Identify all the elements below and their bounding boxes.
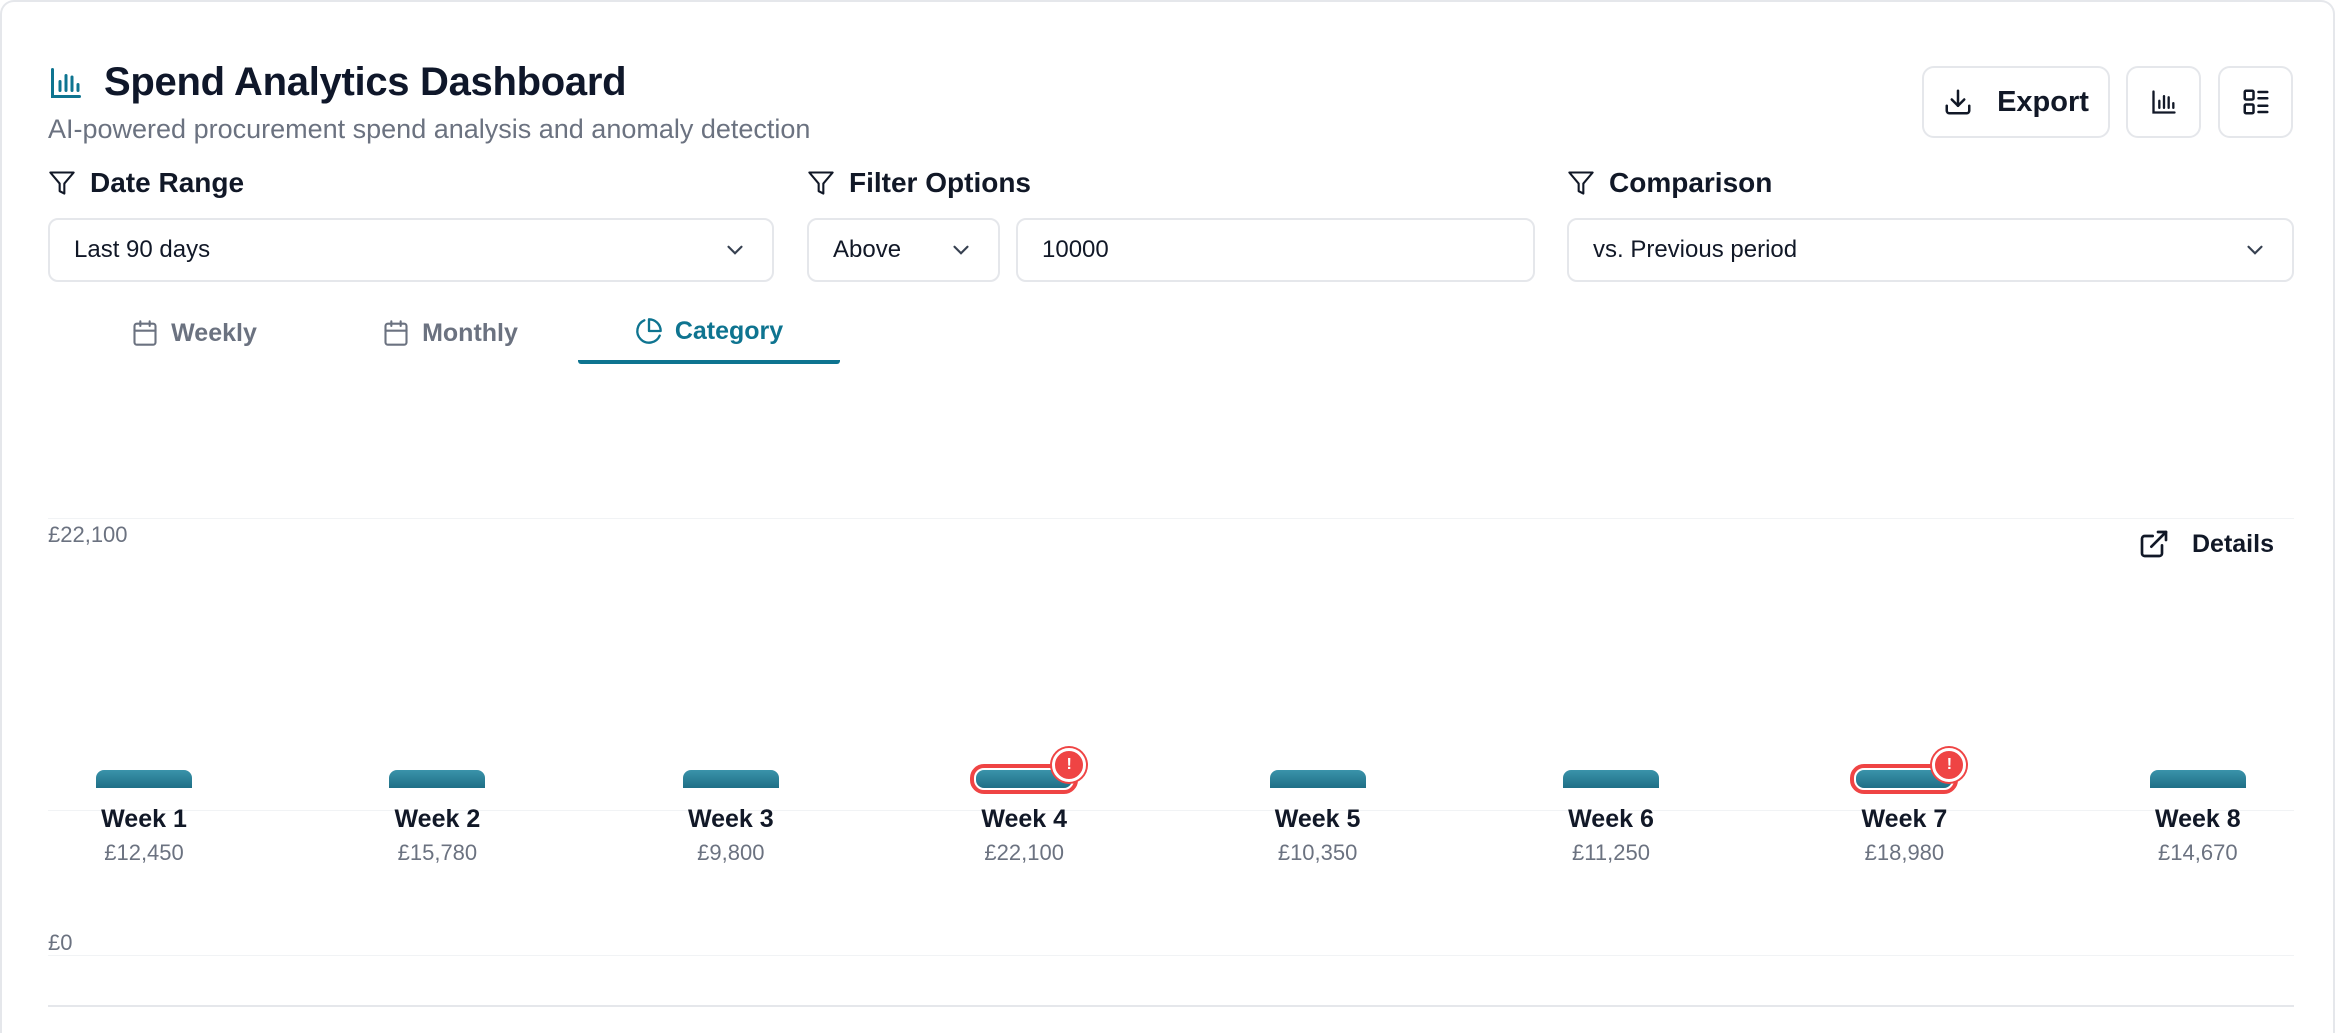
bar-value-label: £22,100 [984,840,1064,865]
bar-value-label: £14,670 [2158,840,2238,865]
export-button[interactable]: Export [1922,66,2110,138]
calendar-icon [384,320,408,346]
dashboard-card: Spend Analytics Dashboard AI-powered pro… [0,0,2335,1033]
export-label: Export [1997,85,2089,118]
pie-chart-icon [636,318,662,344]
y-axis-min-label: £0 [48,930,73,955]
tab-monthly[interactable]: Monthly [360,302,540,364]
page-header: Spend Analytics Dashboard [48,60,627,105]
comparison-label: Comparison [1567,167,1772,199]
amount-value: 10000 [1042,236,1109,263]
download-icon [1945,89,1971,115]
bar-chart-icon [48,64,86,102]
x-tick-label: Week 1 [101,805,187,833]
layout-list-icon [2243,89,2268,115]
tab-category[interactable]: Category [578,302,840,364]
bar-value-label: £12,450 [104,840,184,865]
filter-icon [49,171,75,195]
page-subtitle: AI-powered procurement spend analysis an… [48,114,811,144]
anomaly-alert-icon[interactable]: ! [1932,748,1967,782]
gridline-top [48,518,2294,519]
amount-input[interactable]: 10000 [1016,218,1535,282]
x-tick-label: Week 4 [981,805,1068,833]
chevron-down-icon [727,245,743,255]
filter-icon [808,171,834,195]
date-range-value: Last 90 days [74,236,211,263]
layout-view-button[interactable] [2218,66,2293,138]
external-link-icon [2140,530,2168,558]
bar-value-label: £18,980 [1864,840,1945,865]
chart-bar-6[interactable] [1563,770,1659,788]
bar-value-label: £15,780 [397,840,478,865]
x-tick-label: Week 7 [1861,805,1948,833]
chart-bar-2[interactable] [389,770,486,788]
chart-bar-8[interactable] [2149,770,2246,788]
bar-chart-icon [2151,90,2176,114]
y-axis-max-label: £22,100 [48,522,128,547]
tab-weekly[interactable]: Weekly [104,302,284,364]
gridline-bottom [48,955,2294,956]
operator-select[interactable]: Above [807,218,1000,282]
chart-bar-5[interactable] [1269,770,1366,788]
chart-view-button[interactable] [2126,66,2201,138]
x-tick-label: Week 5 [1274,805,1361,833]
bar-value-label: £10,350 [1277,840,1358,865]
x-tick-label: Week 3 [687,805,774,833]
anomaly-alert-icon[interactable]: ! [1052,748,1087,782]
operator-value: Above [833,236,902,263]
x-tick-label: Week 2 [394,805,481,833]
page-title: Spend Analytics Dashboard [104,60,627,104]
chart-bar-3[interactable] [682,770,779,788]
bar-value-label: £9,800 [697,840,765,865]
comparison-value: vs. Previous period [1593,236,1798,263]
details-link[interactable]: Details [2138,528,2274,560]
chart-bar-1[interactable] [96,770,192,788]
chevron-down-icon [2247,245,2263,255]
x-tick-label: Week 6 [1568,805,1654,833]
date-range-select[interactable]: Last 90 days [48,218,774,282]
comparison-select[interactable]: vs. Previous period [1567,218,2294,282]
x-tick-label: Week 8 [2154,805,2241,833]
chart-baseline [48,1005,2294,1007]
filter-icon [1568,171,1594,195]
date-range-label: Date Range [48,167,244,199]
chevron-down-icon [953,245,969,255]
calendar-icon [133,320,157,346]
filter-options-label: Filter Options [807,167,1031,199]
bar-value-label: £11,250 [1572,840,1650,865]
